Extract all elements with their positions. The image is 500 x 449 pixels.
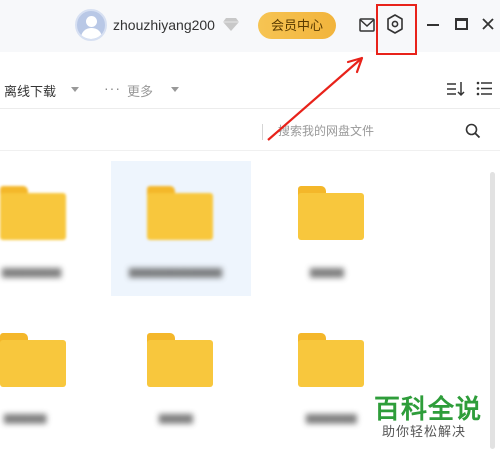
more-button[interactable]: 更多 [127, 81, 153, 100]
folder-item[interactable]: ▆▆▆▆ [111, 311, 251, 446]
folder-item[interactable]: ▆▆▆▆▆▆▆▆▆▆▆ [111, 161, 251, 296]
settings-highlight-box [376, 4, 417, 55]
toolbar: 离线下载 ··· 更多 [0, 68, 500, 108]
folder-icon [0, 333, 66, 387]
list-view-icon[interactable] [476, 81, 493, 96]
more-dots-icon[interactable]: ··· [104, 80, 121, 96]
offline-download-button[interactable]: 离线下载 [4, 81, 56, 100]
folder-name: ▆▆▆▆▆▆▆ [2, 266, 62, 278]
search-icon[interactable] [465, 123, 481, 139]
red-arrow-annotation [267, 56, 364, 141]
vip-center-button[interactable]: 会员中心 [258, 12, 336, 39]
folder-icon [298, 333, 364, 387]
title-bar: zhouzhiyang200 会员中心 [0, 0, 500, 52]
chevron-down-icon[interactable] [171, 87, 179, 92]
folder-item[interactable]: ▆▆▆▆▆▆▆ [0, 161, 100, 296]
folder-name: ▆▆▆▆ [159, 412, 193, 424]
avatar-body [81, 28, 102, 39]
folder-item[interactable]: ▆▆▆▆▆ [0, 311, 100, 446]
folder-icon [0, 186, 66, 240]
sort-icon[interactable] [446, 81, 466, 97]
vertical-scrollbar[interactable] [490, 172, 495, 449]
folder-icon [147, 186, 213, 240]
folder-item[interactable]: ▆▆▆▆ [262, 161, 402, 296]
maximize-icon[interactable] [455, 18, 468, 30]
folder-name: ▆▆▆▆ [310, 266, 344, 278]
folder-icon [147, 333, 213, 387]
minimize-icon[interactable] [427, 24, 439, 26]
close-icon[interactable] [481, 17, 495, 31]
mail-icon[interactable] [359, 18, 375, 32]
folder-name: ▆▆▆▆▆ [4, 412, 47, 424]
toolbar-divider [0, 108, 500, 109]
folder-icon [298, 186, 364, 240]
watermark-subtitle: 助你轻松解决 [382, 424, 467, 439]
vip-diamond-icon [223, 18, 239, 31]
folder-name: ▆▆▆▆▆▆▆▆▆▆▆ [129, 266, 223, 278]
avatar-head [86, 16, 97, 27]
chevron-down-icon[interactable] [71, 87, 79, 92]
folder-name: ▆▆▆▆▆▆ [306, 412, 357, 424]
username[interactable]: zhouzhiyang200 [113, 17, 215, 33]
avatar[interactable] [75, 9, 107, 41]
